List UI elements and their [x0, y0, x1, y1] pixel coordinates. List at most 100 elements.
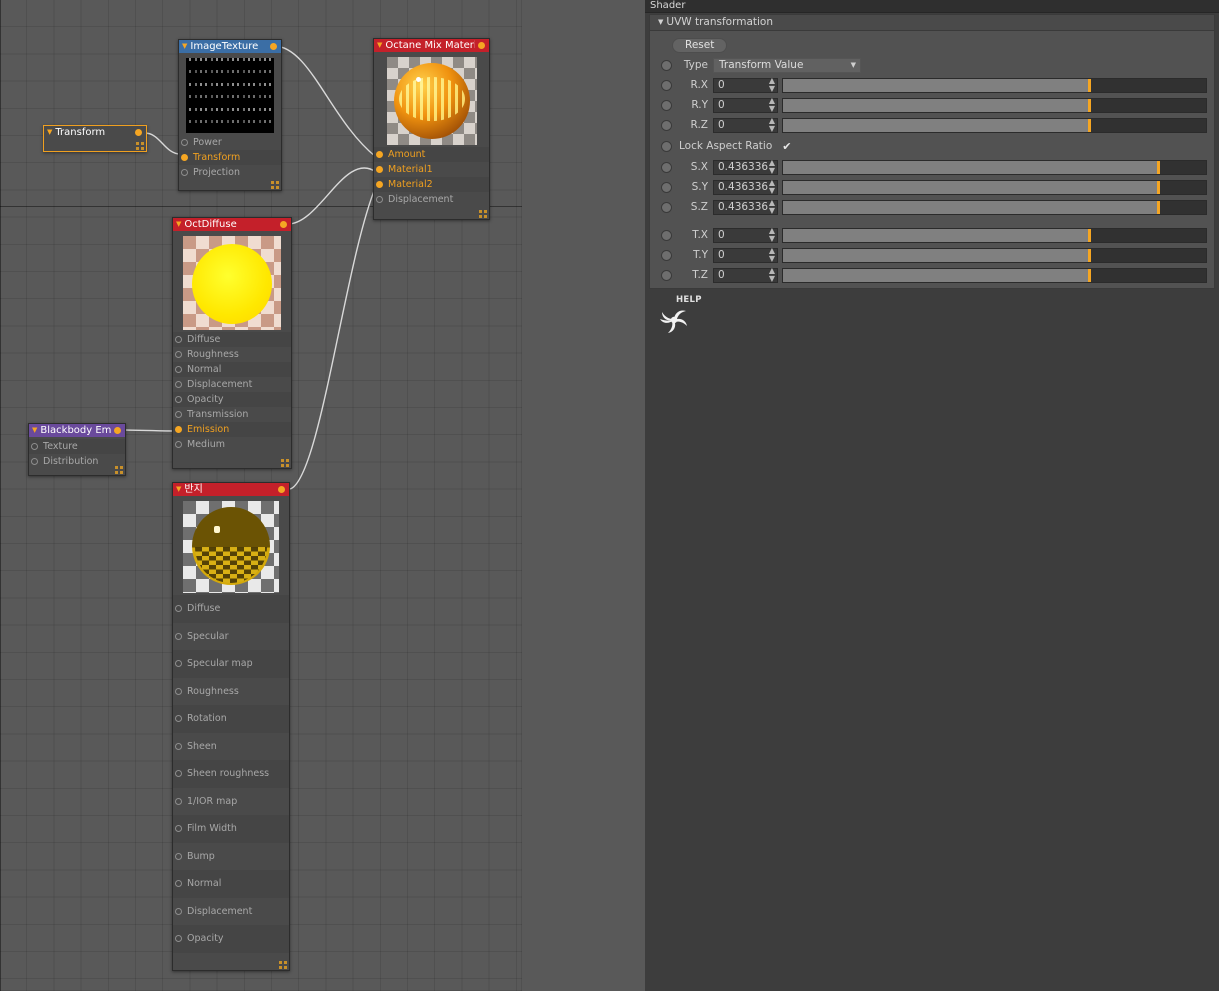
stepper-icon[interactable]: ▲ ▼	[769, 77, 775, 93]
stepper-icon[interactable]: ▲ ▼	[769, 179, 775, 195]
port-dot[interactable]	[376, 166, 383, 173]
node-resize-handle[interactable]	[136, 142, 144, 150]
port-dot[interactable]	[175, 605, 182, 613]
port-projection[interactable]: Projection	[179, 165, 281, 180]
port-dot[interactable]	[175, 441, 182, 448]
slider-handle[interactable]	[1087, 228, 1091, 242]
rx-slider[interactable]	[782, 77, 1207, 93]
port-dot[interactable]	[175, 687, 182, 695]
sz-animate-radio[interactable]	[661, 201, 672, 213]
slider-handle[interactable]	[1087, 78, 1091, 92]
port-dot[interactable]	[376, 196, 383, 203]
tz-animate-radio[interactable]	[661, 269, 672, 281]
node-output-port[interactable]	[280, 221, 287, 228]
ry-animate-radio[interactable]	[661, 99, 672, 111]
port-dot[interactable]	[175, 825, 182, 833]
port-dot[interactable]	[181, 139, 188, 146]
type-dropdown[interactable]: Transform Value ▼	[713, 57, 861, 73]
port-amount[interactable]: Amount	[374, 147, 489, 162]
rx-animate-radio[interactable]	[661, 79, 672, 91]
port-normal[interactable]: Normal	[173, 362, 291, 377]
sx-animate-radio[interactable]	[661, 161, 672, 173]
octane-logo-icon[interactable]	[653, 301, 697, 339]
port-emission[interactable]: Emission	[173, 422, 291, 437]
port-opacity[interactable]: Opacity	[173, 392, 291, 407]
port-opacity[interactable]: Opacity	[173, 925, 289, 953]
port-diffuse[interactable]: Diffuse	[173, 595, 289, 623]
section-header[interactable]: ▼ UVW transformation	[650, 15, 1214, 31]
port-distribution[interactable]: Distribution	[29, 454, 125, 469]
stepper-icon[interactable]: ▲ ▼	[769, 159, 775, 175]
tz-slider[interactable]	[782, 267, 1207, 283]
port-specular-map[interactable]: Specular map	[173, 650, 289, 678]
reset-button[interactable]: Reset	[672, 37, 728, 53]
node-title-bar[interactable]: ▼ Blackbody Em	[29, 424, 125, 437]
chevron-down-icon[interactable]: ▼	[377, 42, 382, 49]
node-title-bar[interactable]: ▼ 반지	[173, 483, 289, 496]
port-diffuse[interactable]: Diffuse	[173, 332, 291, 347]
lock-aspect-checkbox[interactable]: ✔	[782, 141, 791, 152]
ry-slider[interactable]	[782, 97, 1207, 113]
slider-handle[interactable]	[1087, 98, 1091, 112]
port-dot[interactable]	[175, 935, 182, 943]
port-rotation[interactable]: Rotation	[173, 705, 289, 733]
port-roughness[interactable]: Roughness	[173, 347, 291, 362]
port-power[interactable]: Power	[179, 135, 281, 150]
port-dot[interactable]	[376, 151, 383, 158]
node-transform[interactable]: ▼ Transform	[43, 125, 147, 152]
node-title-bar[interactable]: ▼ ImageTexture	[179, 40, 281, 53]
port-film-width[interactable]: Film Width	[173, 815, 289, 843]
chevron-down-icon[interactable]: ▼	[176, 486, 181, 493]
sy-input[interactable]: 0.436336 ▲ ▼	[713, 179, 778, 195]
tx-slider[interactable]	[782, 227, 1207, 243]
port-sheen[interactable]: Sheen	[173, 733, 289, 761]
port-dot[interactable]	[376, 181, 383, 188]
port-texture[interactable]: Texture	[29, 439, 125, 454]
ry-input[interactable]: 0 ▲ ▼	[713, 97, 778, 113]
port-bump[interactable]: Bump	[173, 843, 289, 871]
node-blackbody-emission[interactable]: ▼ Blackbody Em Texture Distribution	[28, 423, 126, 476]
tx-input[interactable]: 0 ▲ ▼	[713, 227, 778, 243]
node-resize-handle[interactable]	[271, 181, 279, 189]
port-dot[interactable]	[175, 632, 182, 640]
port-transmission[interactable]: Transmission	[173, 407, 291, 422]
node-title-bar[interactable]: ▼ Octane Mix Material	[374, 39, 489, 52]
port-dot[interactable]	[181, 154, 188, 161]
node-resize-handle[interactable]	[279, 961, 287, 969]
node-octdiffuse[interactable]: ▼ OctDiffuse Diffuse Roughness Normal Di…	[172, 217, 292, 469]
slider-handle[interactable]	[1157, 200, 1161, 214]
slider-handle[interactable]	[1087, 118, 1091, 132]
node-octane-mix-material[interactable]: ▼ Octane Mix Material Amount Material1	[373, 38, 490, 220]
port-dot[interactable]	[175, 880, 182, 888]
port-dot[interactable]	[31, 458, 38, 465]
rz-input[interactable]: 0 ▲ ▼	[713, 117, 778, 133]
sy-slider[interactable]	[782, 179, 1207, 195]
port-displacement[interactable]: Displacement	[374, 192, 489, 207]
type-animate-radio[interactable]	[661, 59, 672, 71]
port-dot[interactable]	[181, 169, 188, 176]
sx-input[interactable]: 0.436336 ▲ ▼	[713, 159, 778, 175]
port-dot[interactable]	[175, 660, 182, 668]
stepper-icon[interactable]: ▲ ▼	[769, 97, 775, 113]
port-dot[interactable]	[175, 852, 182, 860]
chevron-down-icon[interactable]: ▼	[176, 221, 181, 228]
node-resize-handle[interactable]	[479, 210, 487, 218]
tz-input[interactable]: 0 ▲ ▼	[713, 267, 778, 283]
slider-handle[interactable]	[1157, 160, 1161, 174]
port-dot[interactable]	[175, 770, 182, 778]
node-title-bar[interactable]: ▼ OctDiffuse	[173, 218, 291, 231]
sz-slider[interactable]	[782, 199, 1207, 215]
port-ior-map[interactable]: 1/IOR map	[173, 788, 289, 816]
sx-slider[interactable]	[782, 159, 1207, 175]
lock-aspect-animate-radio[interactable]	[661, 140, 672, 152]
chevron-down-icon[interactable]: ▼	[182, 43, 187, 50]
stepper-icon[interactable]: ▲ ▼	[769, 227, 775, 243]
chevron-down-icon[interactable]: ▼	[47, 129, 52, 136]
port-material2[interactable]: Material2	[374, 177, 489, 192]
rx-input[interactable]: 0 ▲ ▼	[713, 77, 778, 93]
rz-slider[interactable]	[782, 117, 1207, 133]
sy-animate-radio[interactable]	[661, 181, 672, 193]
port-specular[interactable]: Specular	[173, 623, 289, 651]
chevron-down-icon[interactable]: ▼	[32, 427, 37, 434]
node-output-port[interactable]	[478, 42, 485, 49]
